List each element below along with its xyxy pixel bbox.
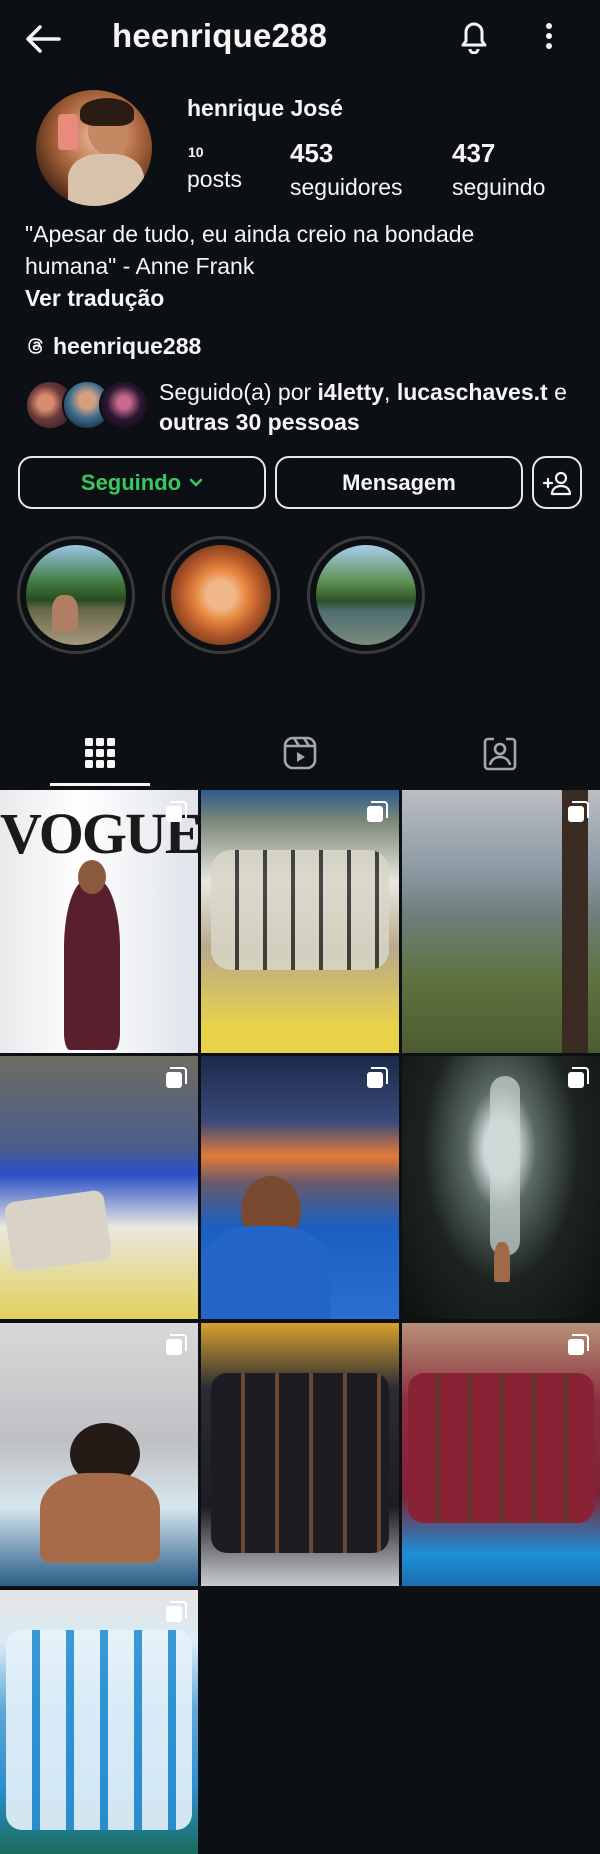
post-thumbnail[interactable] — [201, 1323, 399, 1586]
message-button[interactable]: Mensagem — [275, 456, 523, 509]
post-thumbnail[interactable] — [0, 1323, 198, 1586]
following-button-label: Seguindo — [80, 469, 182, 495]
following-label[interactable]: seguindo — [452, 172, 545, 202]
post-thumbnail[interactable] — [402, 790, 600, 1053]
post-thumbnail[interactable] — [201, 1056, 399, 1319]
message-button-label: Mensagem — [342, 469, 456, 495]
active-tab-indicator — [50, 783, 150, 786]
notifications-button[interactable] — [452, 14, 496, 58]
following-count[interactable]: 437 — [452, 136, 495, 170]
bell-icon — [461, 22, 487, 54]
carousel-icon — [568, 1067, 589, 1088]
carousel-icon — [166, 801, 187, 822]
mutual-followers-avatars[interactable] — [25, 380, 149, 430]
tab-tagged[interactable] — [400, 724, 600, 782]
more-vertical-icon — [546, 23, 552, 49]
carousel-icon — [367, 801, 388, 822]
mutual-user-1[interactable]: i4letty — [318, 379, 384, 405]
grid-icon — [85, 738, 115, 768]
posts-count: 10 — [188, 144, 204, 160]
post-thumbnail[interactable] — [201, 790, 399, 1053]
add-person-icon — [542, 471, 572, 495]
story-highlight-1[interactable] — [17, 536, 135, 654]
threads-handle: heenrique288 — [53, 332, 202, 359]
carousel-icon — [568, 1334, 589, 1355]
carousel-icon — [568, 801, 589, 822]
avatar — [99, 380, 149, 430]
mutual-separator: , — [384, 379, 397, 405]
post-thumbnail[interactable] — [0, 1056, 198, 1319]
tab-reels[interactable] — [200, 724, 400, 782]
followers-count[interactable]: 453 — [290, 136, 333, 170]
story-highlight-3[interactable] — [307, 536, 425, 654]
profile-username-title: heenrique288 — [112, 17, 328, 54]
carousel-icon — [367, 1067, 388, 1088]
tagged-icon — [483, 737, 517, 771]
tab-posts-grid[interactable] — [0, 724, 200, 782]
chevron-down-icon — [189, 478, 203, 487]
carousel-icon — [166, 1601, 187, 1622]
followers-label[interactable]: seguidores — [290, 172, 403, 202]
carousel-icon — [166, 1067, 187, 1088]
suggested-users-button[interactable] — [532, 456, 582, 509]
mutual-followers-text[interactable]: Seguido(a) por i4letty, lucaschaves.t e … — [159, 377, 579, 437]
profile-full-name: henrique José — [187, 95, 343, 121]
mutual-others[interactable]: outras 30 pessoas — [159, 409, 360, 435]
profile-avatar[interactable] — [36, 90, 152, 206]
threads-link[interactable]: heenrique288 — [25, 330, 201, 362]
mutual-prefix: Seguido(a) por — [159, 379, 318, 405]
profile-bio: "Apesar de tudo, eu ainda creio na bonda… — [25, 221, 475, 279]
back-button[interactable] — [18, 14, 68, 64]
reels-icon — [283, 736, 317, 770]
threads-icon — [28, 338, 43, 354]
see-translation-link[interactable]: Ver tradução — [25, 282, 164, 314]
post-thumbnail[interactable] — [402, 1323, 600, 1586]
post-thumbnail[interactable] — [402, 1056, 600, 1319]
more-options-button[interactable] — [532, 14, 566, 58]
story-highlight-2[interactable] — [162, 536, 280, 654]
mutual-user-2[interactable]: lucaschaves.t — [397, 379, 548, 405]
post-thumbnail[interactable]: VOGUE — [0, 790, 198, 1053]
posts-label: posts — [187, 166, 242, 192]
following-button[interactable]: Seguindo — [18, 456, 266, 509]
arrow-left-icon — [26, 25, 61, 53]
carousel-icon — [166, 1334, 187, 1355]
post-thumbnail[interactable] — [0, 1590, 198, 1854]
mutual-conjunction: e — [547, 379, 567, 405]
